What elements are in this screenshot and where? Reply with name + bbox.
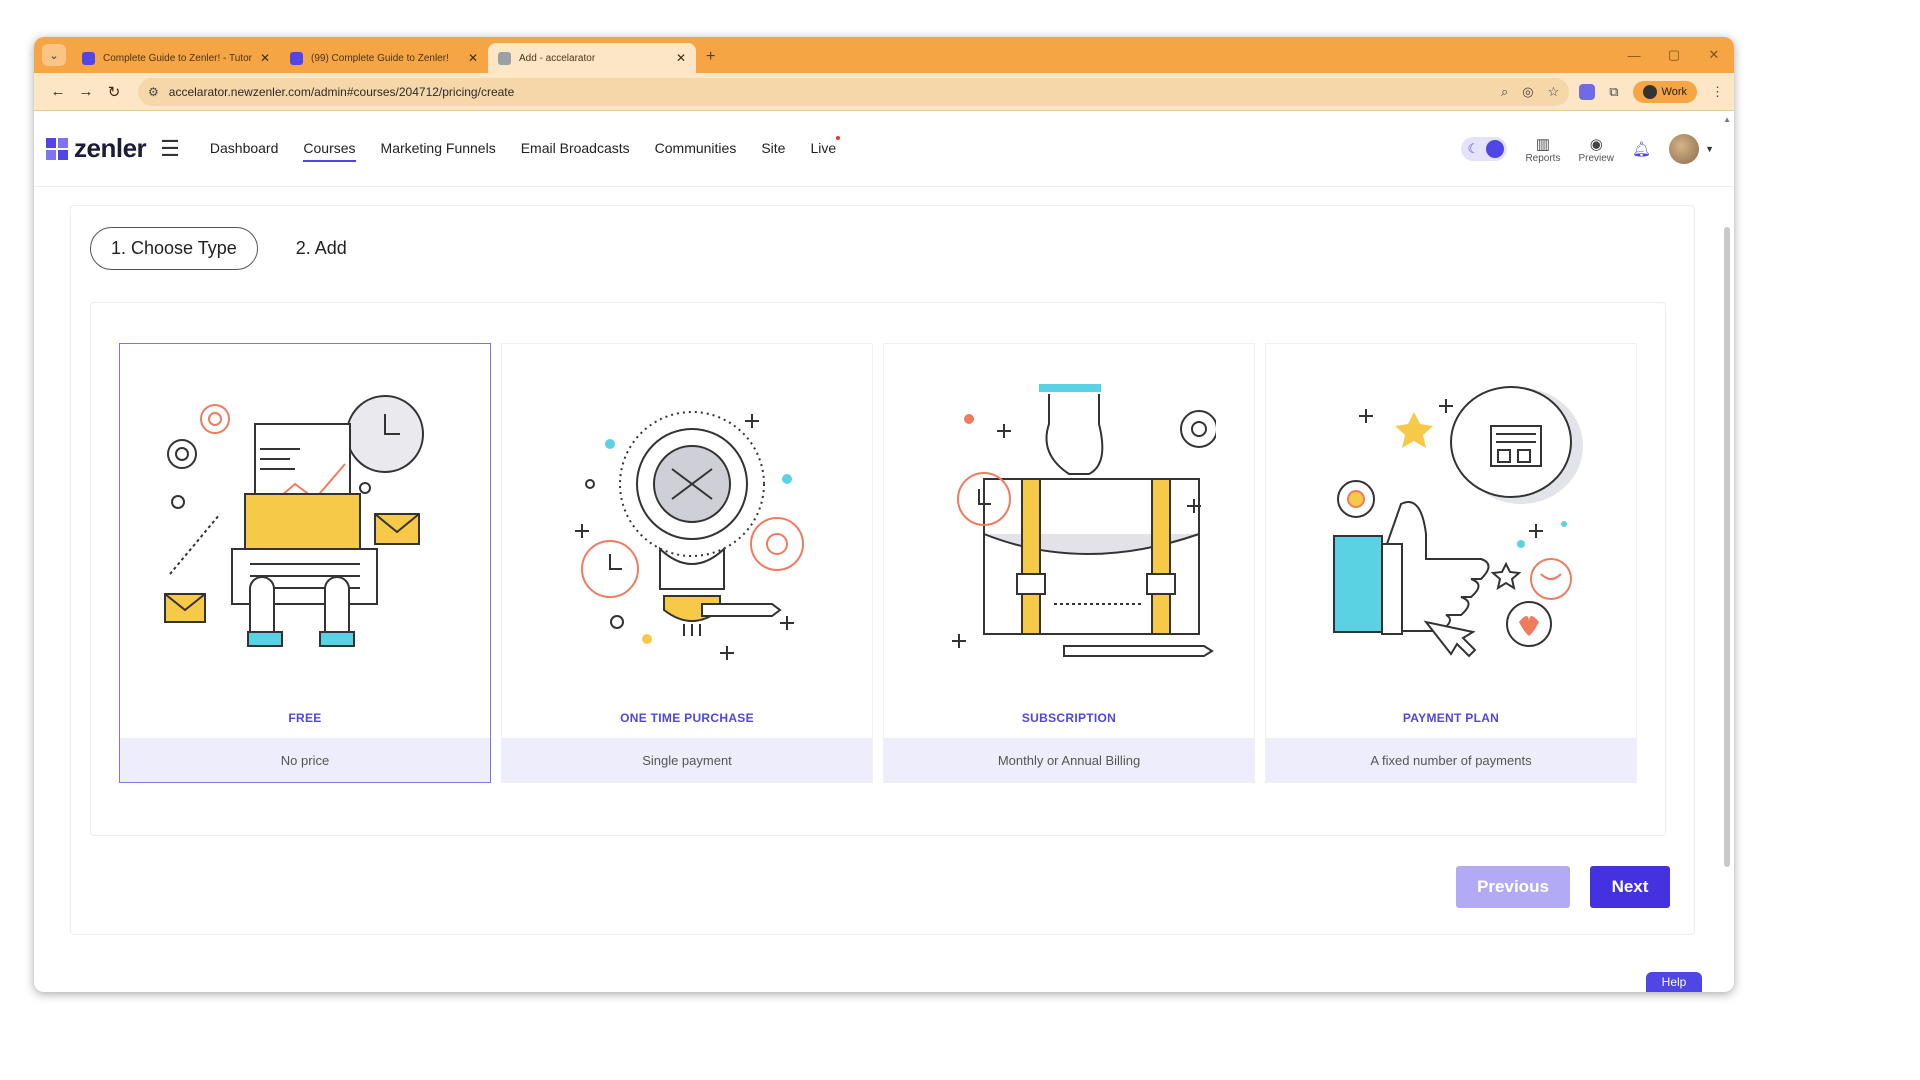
browser-tab[interactable]: Complete Guide to Zenler! - Tutor ✕ <box>72 43 280 73</box>
eye-icon: ◉ <box>1589 135 1603 153</box>
previous-button[interactable]: Previous <box>1456 866 1570 908</box>
pricing-card-subscription[interactable]: SUBSCRIPTION Monthly or Annual Billing <box>883 343 1255 783</box>
forward-icon[interactable]: → <box>72 83 100 100</box>
reports-label: Reports <box>1525 152 1561 164</box>
back-icon[interactable]: ← <box>44 83 72 100</box>
scroll-up-arrow-icon[interactable]: ▲ <box>1723 115 1731 124</box>
page-content: 1. Choose Type 2. Add FREE No price ONE … <box>34 187 1734 992</box>
zoom-icon[interactable]: ⌕ <box>1501 84 1508 100</box>
profile-button[interactable]: Work <box>1632 80 1697 103</box>
profile-avatar-icon <box>1642 84 1657 99</box>
wizard-steps: 1. Choose Type 2. Add <box>90 227 347 270</box>
minimize-icon[interactable]: — <box>1614 48 1654 63</box>
logo-text: zenler <box>74 133 147 163</box>
zenler-favicon-icon <box>82 51 95 65</box>
tab-search-icon[interactable]: ⌄ <box>42 44 66 66</box>
user-avatar[interactable] <box>1669 134 1700 164</box>
pricing-card-label: ONE TIME PURCHASE <box>620 711 754 725</box>
menu-item-dashboard[interactable]: Dashboard <box>210 136 279 162</box>
step-add[interactable]: 2. Add <box>296 238 347 259</box>
eye-off-icon[interactable]: ◎ <box>1522 84 1533 100</box>
menu-item-site[interactable]: Site <box>761 136 785 162</box>
menu-item-courses[interactable]: Courses <box>303 136 356 162</box>
close-window-icon[interactable]: ✕ <box>1694 47 1734 63</box>
help-button[interactable]: Help <box>1646 972 1702 992</box>
maximize-icon[interactable]: ▢ <box>1654 47 1694 63</box>
browser-window: ⌄ Complete Guide to Zenler! - Tutor ✕ (9… <box>34 37 1734 992</box>
menu-item-marketing-funnels[interactable]: Marketing Funnels <box>381 136 496 162</box>
bar-chart-icon: ▥ <box>1535 135 1551 153</box>
main-menu: Dashboard Courses Marketing Funnels Emai… <box>210 135 841 162</box>
browser-tab[interactable]: (99) Complete Guide to Zenler! ✕ <box>280 43 488 73</box>
live-indicator-dot <box>836 135 841 140</box>
page-scrollbar[interactable] <box>1724 227 1730 867</box>
wizard-buttons: Previous Next <box>1456 866 1670 908</box>
url-bar[interactable]: ⚙ accelarator.newzenler.com/admin#course… <box>138 77 1570 106</box>
pricing-card-description: A fixed number of payments <box>1266 738 1636 782</box>
tab-bar: ⌄ Complete Guide to Zenler! - Tutor ✕ (9… <box>34 37 1734 73</box>
address-toolbar: ← → ↻ ⚙ accelarator.newzenler.com/admin#… <box>34 73 1734 111</box>
zenler-logo[interactable]: zenler <box>46 133 147 164</box>
pricing-card-one-time-purchase[interactable]: ONE TIME PURCHASE Single payment <box>501 343 873 783</box>
pricing-card-description: No price <box>120 738 490 782</box>
preview-button[interactable]: ◉ Preview <box>1578 135 1614 164</box>
bookmark-star-icon[interactable]: ☆ <box>1548 84 1560 100</box>
close-tab-icon[interactable]: ✕ <box>676 51 686 65</box>
new-tab-icon[interactable]: + <box>706 48 715 66</box>
pricing-card-label: PAYMENT PLAN <box>1402 711 1500 725</box>
page-favicon-icon <box>498 51 511 65</box>
briefcase-illustration-icon <box>952 384 1216 657</box>
extensions-puzzle-icon[interactable]: ⧉ <box>1609 84 1618 100</box>
step-choose-type[interactable]: 1. Choose Type <box>90 227 258 270</box>
tab-title: (99) Complete Guide to Zenler! <box>311 52 449 64</box>
close-tab-icon[interactable]: ✕ <box>260 51 270 65</box>
pricing-card-label: SUBSCRIPTION <box>1021 711 1117 725</box>
pricing-card-payment-plan[interactable]: PAYMENT PLAN A fixed number of payments <box>1265 343 1637 783</box>
url-text[interactable]: accelarator.newzenler.com/admin#courses/… <box>169 85 1501 99</box>
pricing-card-label: FREE <box>288 711 322 725</box>
tab-title: Complete Guide to Zenler! - Tutor <box>103 52 252 64</box>
extension-icon[interactable] <box>1579 83 1596 100</box>
lightbulb-illustration-icon <box>575 411 804 660</box>
window-controls: — ▢ ✕ <box>1614 37 1734 73</box>
profile-label: Work <box>1661 85 1687 98</box>
free-illustration-icon <box>164 395 424 647</box>
dark-mode-toggle[interactable]: ☾ <box>1461 137 1508 161</box>
menu-item-live[interactable]: Live <box>810 135 841 162</box>
menu-item-live-label: Live <box>810 139 837 156</box>
thumbs-up-illustration-icon <box>1333 386 1583 658</box>
tab-title: Add - accelarator <box>519 52 596 64</box>
app-header: zenler ☰ Dashboard Courses Marketing Fun… <box>34 111 1734 187</box>
reload-icon[interactable]: ↻ <box>100 83 128 101</box>
pricing-type-cards: FREE No price ONE TIME PURCHASE Single p… <box>119 343 1637 783</box>
pricing-type-panel: FREE No price ONE TIME PURCHASE Single p… <box>90 302 1666 836</box>
menu-item-email-broadcasts[interactable]: Email Broadcasts <box>521 136 630 162</box>
notification-bell-icon[interactable]: 🔔︎ <box>1632 140 1651 158</box>
zenler-favicon-icon <box>290 51 303 65</box>
preview-label: Preview <box>1578 152 1615 164</box>
pricing-card-free[interactable]: FREE No price <box>119 343 491 783</box>
zenler-logo-icon <box>46 137 68 160</box>
reports-button[interactable]: ▥ Reports <box>1525 135 1560 164</box>
pricing-card-description: Monthly or Annual Billing <box>884 738 1254 782</box>
chevron-down-icon[interactable]: ▼ <box>1705 144 1714 154</box>
moon-icon: ☾ <box>1467 141 1480 156</box>
pricing-card-description: Single payment <box>502 738 872 782</box>
browser-menu-icon[interactable]: ⋮ <box>1711 84 1724 100</box>
browser-tab-active[interactable]: Add - accelarator ✕ <box>488 43 696 73</box>
next-button[interactable]: Next <box>1590 866 1670 908</box>
toggle-knob <box>1486 140 1505 158</box>
close-tab-icon[interactable]: ✕ <box>468 51 478 65</box>
menu-item-communities[interactable]: Communities <box>655 136 737 162</box>
hamburger-menu-icon[interactable]: ☰ <box>160 136 180 162</box>
site-settings-icon[interactable]: ⚙ <box>148 85 159 99</box>
